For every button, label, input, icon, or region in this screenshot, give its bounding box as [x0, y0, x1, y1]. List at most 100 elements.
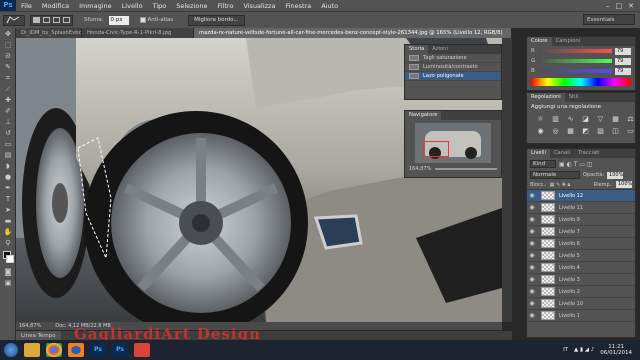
blue-value[interactable]: 79	[615, 67, 631, 75]
menu-immagine[interactable]: Immagine	[74, 2, 117, 10]
vibrance-icon[interactable]: ▽	[595, 115, 606, 124]
menu-livello[interactable]: Livello	[117, 2, 148, 10]
menu-tipo[interactable]: Tipo	[148, 2, 172, 10]
posterize-icon[interactable]: ▨	[595, 127, 606, 136]
color-spectrum[interactable]	[531, 78, 631, 86]
antialias-checkbox[interactable]: Anti-alias	[139, 17, 173, 23]
layer-row[interactable]: ◉ Livello 1	[527, 310, 635, 322]
zoom-slider[interactable]	[435, 168, 497, 170]
visibility-eye-icon[interactable]: ◉	[527, 276, 537, 283]
tab-swatches[interactable]: Campioni	[552, 37, 585, 46]
healing-tool-icon[interactable]: ✚	[2, 96, 14, 105]
visibility-eye-icon[interactable]: ◉	[527, 192, 537, 199]
menu-aiuto[interactable]: Aiuto	[316, 2, 343, 10]
refine-edge-button[interactable]: Migliora bordo...	[188, 14, 245, 26]
history-brush-tool-icon[interactable]: ↺	[2, 129, 14, 138]
visibility-eye-icon[interactable]: ◉	[527, 216, 537, 223]
navigator-view-box[interactable]	[423, 141, 449, 157]
channel-mixer-icon[interactable]: ◎	[550, 127, 561, 136]
firefox-icon[interactable]	[68, 343, 84, 357]
tab-history[interactable]: Storia	[405, 45, 429, 54]
visibility-eye-icon[interactable]: ◉	[527, 264, 537, 271]
marquee-tool-icon[interactable]: ⬚	[2, 41, 14, 50]
exposure-icon[interactable]: ◪	[580, 115, 591, 124]
visibility-eye-icon[interactable]: ◉	[527, 252, 537, 259]
tray-icons[interactable]: ▲ ▮ ◢ ♪	[574, 347, 594, 353]
ps-taskbar-icon[interactable]: Ps	[90, 343, 106, 357]
visibility-eye-icon[interactable]: ◉	[527, 288, 537, 295]
clock[interactable]: 11:21 06/01/2014	[600, 344, 632, 356]
tab-document-2[interactable]: Honda-Civic-Type-R-1-Pikrl-8.jpg	[82, 28, 194, 38]
media-icon[interactable]	[134, 343, 150, 357]
crop-tool-icon[interactable]: ⌗	[2, 74, 14, 83]
canvas-vertical-scrollbar[interactable]	[502, 38, 512, 322]
hand-tool-icon[interactable]: ✋	[2, 228, 14, 237]
clone-stamp-tool-icon[interactable]: ⊥	[2, 118, 14, 127]
history-item[interactable]: Luminosità/contrasto	[405, 63, 501, 72]
tab-navigator[interactable]: Navigatore	[405, 111, 442, 120]
tab-actions[interactable]: Azioni	[428, 45, 452, 54]
menu-filtro[interactable]: Filtro	[213, 2, 239, 10]
layer-filter-select[interactable]: Kind	[530, 160, 556, 168]
gradient-tool-icon[interactable]: ▤	[2, 151, 14, 160]
explorer-icon[interactable]	[24, 343, 40, 357]
zoom-readout[interactable]: 164,87%	[19, 322, 41, 330]
lookup-icon[interactable]: ▦	[565, 127, 576, 136]
color-swatches-icon[interactable]	[2, 250, 14, 266]
layer-row[interactable]: ◉ Livello 2	[527, 286, 635, 298]
tab-adjustments[interactable]: Regolazioni	[527, 93, 565, 102]
subtract-selection-icon[interactable]	[53, 17, 60, 23]
opacity-input[interactable]: 100%	[607, 171, 623, 179]
fill-input[interactable]: 100%	[616, 181, 632, 188]
visibility-eye-icon[interactable]: ◉	[527, 240, 537, 247]
tab-channels[interactable]: Canali	[550, 149, 574, 158]
visibility-eye-icon[interactable]: ◉	[527, 228, 537, 235]
threshold-icon[interactable]: ◫	[610, 127, 621, 136]
layer-row[interactable]: ◉ Livello 10	[527, 298, 635, 310]
path-select-tool-icon[interactable]: ➤	[2, 206, 14, 215]
eraser-tool-icon[interactable]: ▭	[2, 140, 14, 149]
add-selection-icon[interactable]	[43, 17, 50, 23]
visibility-eye-icon[interactable]: ◉	[527, 300, 537, 307]
start-button-icon[interactable]	[4, 343, 18, 357]
screen-mode-icon[interactable]: ▣	[2, 279, 14, 288]
tab-styles[interactable]: Stili	[565, 93, 583, 102]
history-item[interactable]: Tagli saturazione	[405, 54, 501, 63]
visibility-eye-icon[interactable]: ◉	[527, 204, 537, 211]
chrome-icon[interactable]	[46, 343, 62, 357]
quick-mask-icon[interactable]: ◙	[2, 268, 14, 277]
zoom-tool-icon[interactable]: ⚲	[2, 239, 14, 248]
type-tool-icon[interactable]: T	[2, 195, 14, 204]
feather-input[interactable]: 0 px	[108, 15, 129, 25]
tab-document-1[interactable]: Di_IDM_by_SplashEvbo.jpg	[16, 28, 82, 38]
layer-row[interactable]: ◉ Livello 9	[527, 214, 635, 226]
gradient-map-icon[interactable]: ▭	[625, 127, 636, 136]
quick-select-tool-icon[interactable]: ✎	[2, 63, 14, 72]
lasso-tool-preset[interactable]	[3, 14, 25, 26]
invert-icon[interactable]: ◩	[580, 127, 591, 136]
history-item-selected[interactable]: Lazo poligonale	[405, 72, 501, 81]
lock-icons[interactable]: ▦ ✎ ✥ 🔒︎	[550, 182, 571, 188]
levels-icon[interactable]: ▥	[550, 115, 561, 124]
maximize-button[interactable]: □	[616, 2, 623, 10]
visibility-eye-icon[interactable]: ◉	[527, 312, 537, 319]
pen-tool-icon[interactable]: ✒	[2, 184, 14, 193]
brush-tool-icon[interactable]: ✐	[2, 107, 14, 116]
blend-mode-select[interactable]: Normale	[530, 171, 580, 179]
ps-taskbar-icon-2[interactable]: Ps	[112, 343, 128, 357]
intersect-selection-icon[interactable]	[63, 17, 70, 23]
menu-selezione[interactable]: Selezione	[171, 2, 212, 10]
tab-color[interactable]: Colore	[527, 37, 552, 46]
eyedropper-tool-icon[interactable]: ⟋	[2, 85, 14, 94]
brightness-icon[interactable]: ☼	[535, 115, 546, 124]
curves-icon[interactable]: ∿	[565, 115, 576, 124]
layer-row[interactable]: ◉ Livello 11	[527, 202, 635, 214]
menu-file[interactable]: File	[16, 2, 37, 10]
move-tool-icon[interactable]: ✥	[2, 30, 14, 39]
green-value[interactable]: 79	[615, 57, 631, 65]
red-value[interactable]: 79	[615, 47, 631, 55]
menu-finestra[interactable]: Finestra	[280, 2, 316, 10]
shape-tool-icon[interactable]: ▬	[2, 217, 14, 226]
filter-icons[interactable]: ▣ ◐ T ▭ ◫	[559, 161, 593, 168]
green-slider[interactable]: G 79	[527, 56, 635, 66]
